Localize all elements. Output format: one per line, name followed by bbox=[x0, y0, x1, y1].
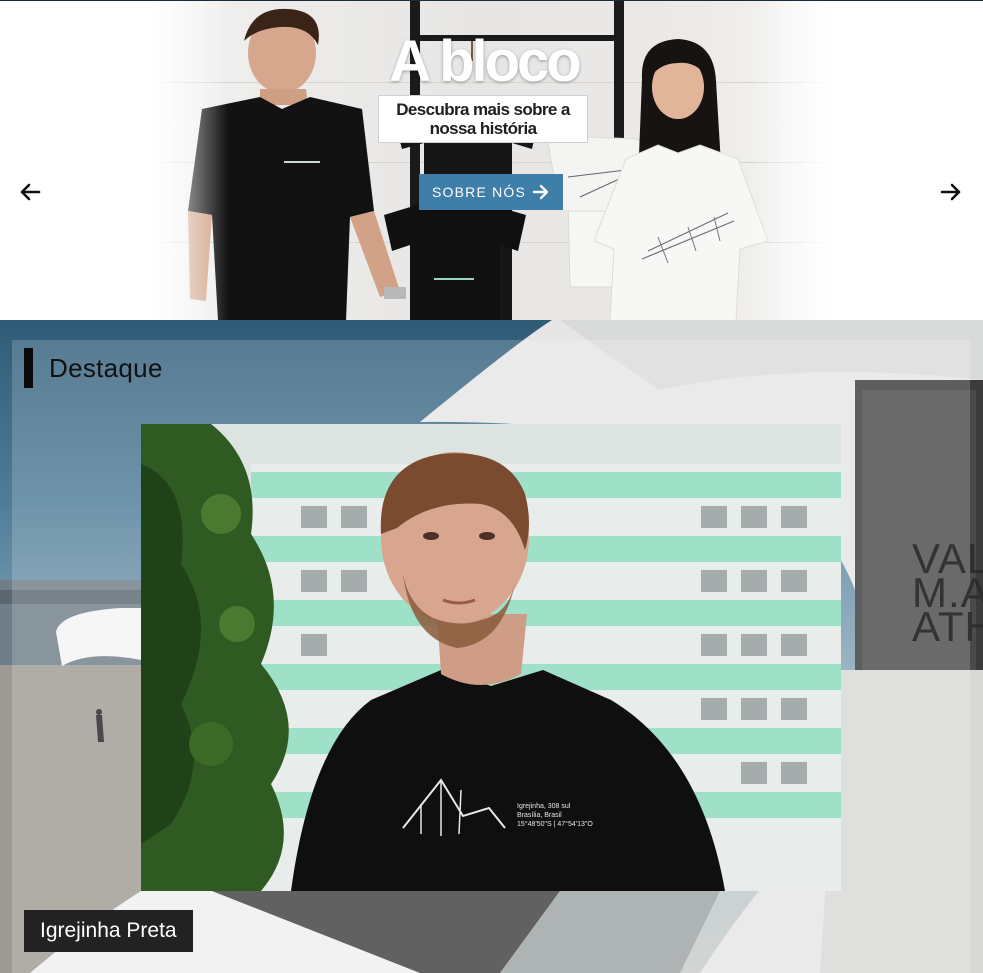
hero-subtitle-box: Descubra mais sobre a nossa história bbox=[378, 95, 588, 143]
about-us-button[interactable]: SOBRE NÓS bbox=[419, 174, 563, 210]
hero-title: A bloco bbox=[389, 29, 582, 94]
carousel-prev-button[interactable] bbox=[13, 175, 47, 209]
arrow-left-icon bbox=[20, 183, 41, 201]
hero-carousel: A bloco Descubra mais sobre a nossa hist… bbox=[0, 0, 983, 320]
arrow-right-icon bbox=[940, 183, 961, 201]
carousel-next-button[interactable] bbox=[934, 175, 968, 209]
page: A bloco Descubra mais sobre a nossa hist… bbox=[0, 0, 983, 973]
shirt-print-text: Igrejinha, 308 sul Brasília, Brasil 15°4… bbox=[517, 803, 593, 828]
background-sign-text: VAL M.A ATH bbox=[912, 535, 983, 650]
about-us-button-label: SOBRE NÓS bbox=[431, 184, 527, 200]
section-header: Destaque bbox=[24, 348, 163, 388]
featured-section: Destaque VAL M.A ATH Igrejinha, 308 sul … bbox=[0, 320, 983, 973]
featured-product-image[interactable]: Igrejinha, 308 sul Brasília, Brasil 15°4… bbox=[141, 424, 841, 891]
section-title: Destaque bbox=[49, 352, 163, 383]
featured-product-scene bbox=[141, 424, 841, 891]
section-header-bar bbox=[24, 348, 33, 388]
featured-product-caption[interactable]: Igrejinha Preta bbox=[24, 910, 193, 952]
arrow-right-icon bbox=[532, 184, 549, 200]
hero-subtitle: Descubra mais sobre a nossa história bbox=[396, 100, 570, 138]
